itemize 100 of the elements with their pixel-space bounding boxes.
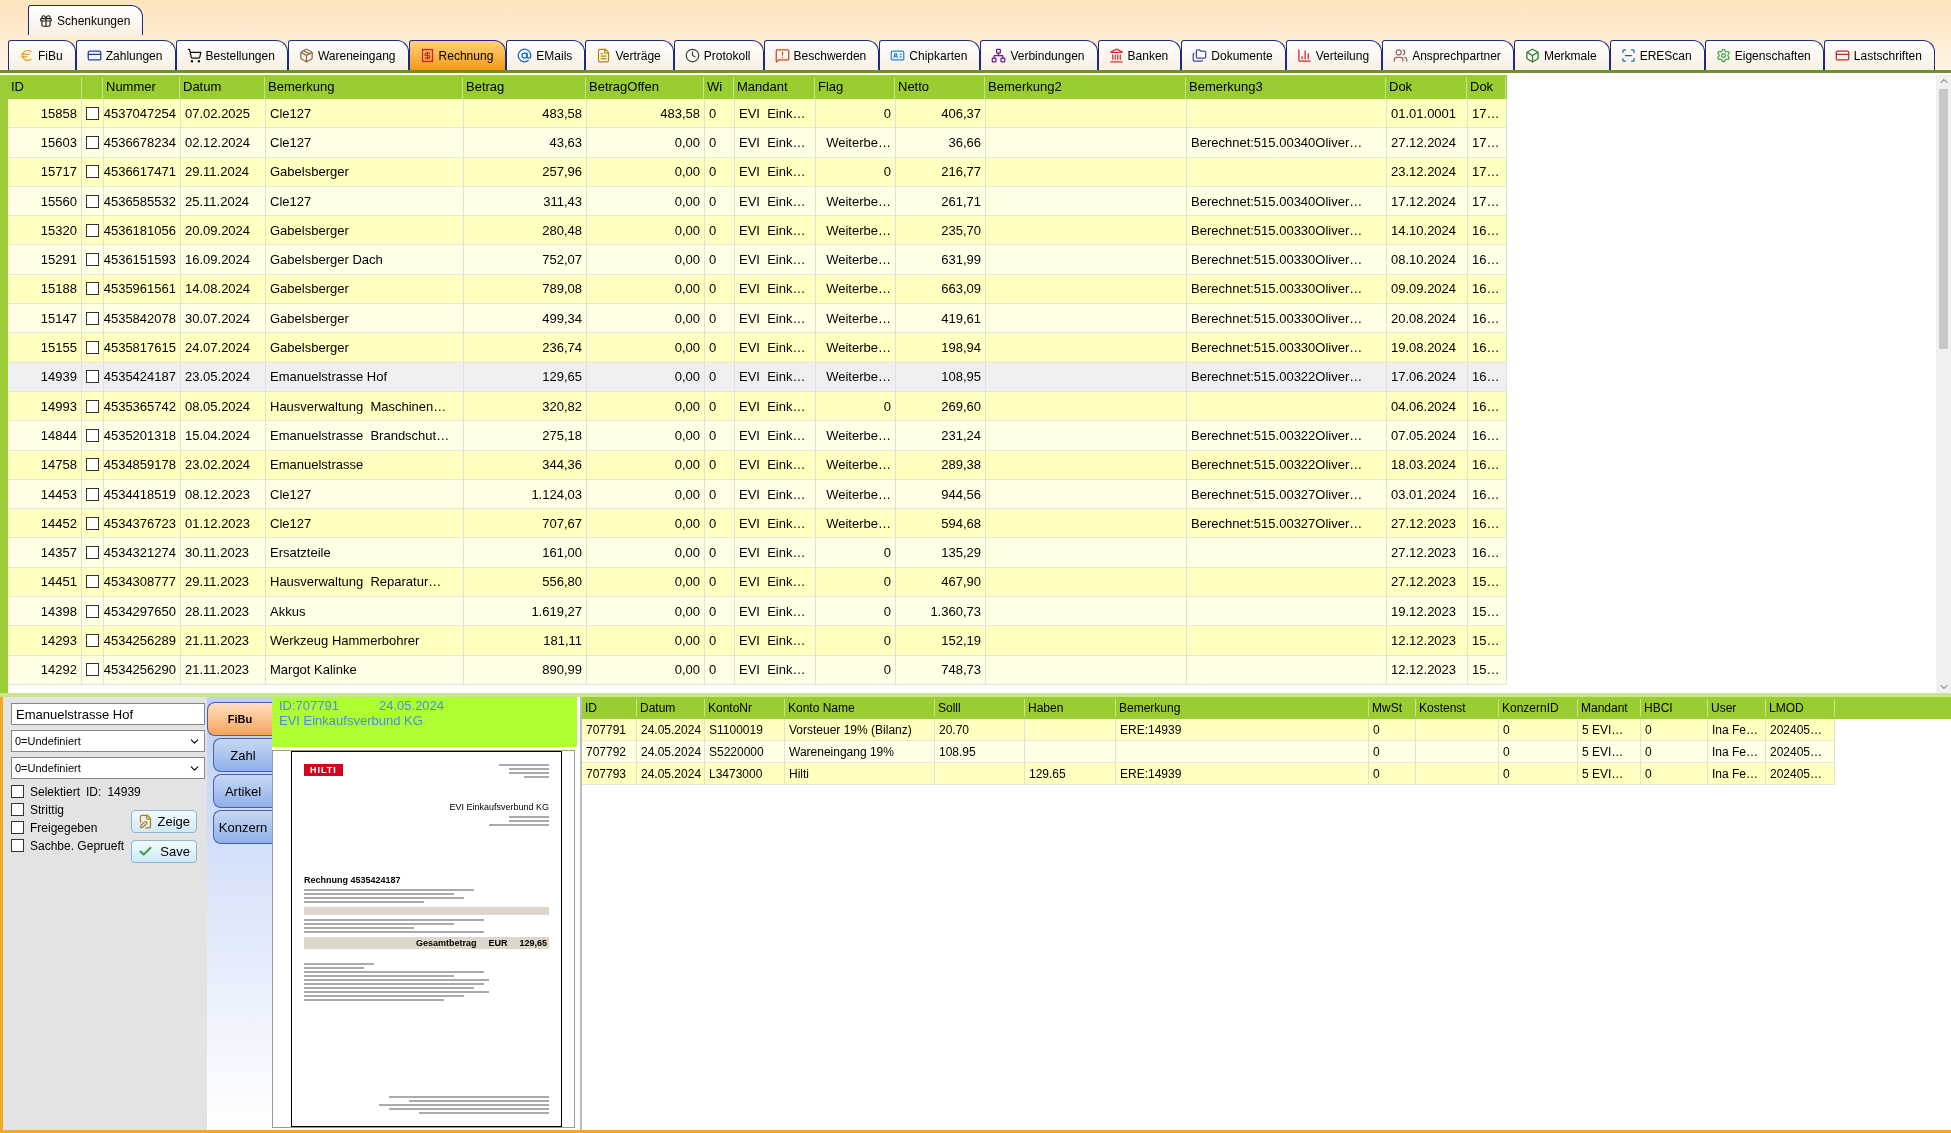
row-checkbox[interactable] [86,546,99,560]
side-tab[interactable]: FiBu [207,702,272,736]
row-checkbox[interactable] [86,282,99,296]
column-header[interactable]: ID [582,699,637,717]
column-header[interactable]: Solll [935,699,1025,717]
tab[interactable]: EREScan [1609,40,1705,70]
tab[interactable]: Verteilung [1285,40,1383,70]
tab[interactable]: Lastschriften [1823,40,1935,70]
table-row[interactable]: 14452 4534376723 01.12.2023 Cle127 707,67 0,00 0 EVI Eink… Weiterbe… 594,68 Berechnet:515.00327Oliver… 27.12.2023 16… [8,509,1507,539]
checkbox[interactable] [11,785,24,798]
table-row[interactable]: 707792 24.05.2024 S5220000 Wareneingang 19% 108.95 0 0 5 EVI… 0 Ina Fe… 202405… [582,741,1835,763]
column-header[interactable]: HBCI [1641,699,1708,717]
column-header[interactable]: Haben [1025,699,1116,717]
row-checkbox[interactable] [86,223,99,237]
table-row[interactable]: 15155 4535817615 24.07.2024 Gabelsberger 236,74 0,00 0 EVI Eink… Weiterbe… 198,94 Berechnet:515.00330Oliver… 19.08.2024 16… [8,333,1507,363]
row-checkbox[interactable] [86,370,99,384]
table-cell: 15320 [8,216,82,245]
tab[interactable]: Wareneingang [287,40,409,70]
row-checkbox[interactable] [86,604,99,618]
side-tab[interactable]: Artikel [213,774,272,808]
table-row[interactable]: 14758 4534859178 23.02.2024 Emanuelstrasse 344,36 0,00 0 EVI Eink… Weiterbe… 289,38 Berechnet:515.00322Oliver… 18.03.2024 16… [8,450,1507,480]
table-cell: 21.11.2023 [181,655,266,684]
table-cell: 36,66 [896,128,986,157]
save-button[interactable]: Save [131,840,197,863]
row-checkbox[interactable] [86,634,99,647]
row-checkbox[interactable] [86,135,99,149]
table-row[interactable]: 14357 4534321274 30.11.2023 Ersatzteile 161,00 0,00 0 EVI Eink… 0 135,29 27.12.2023 16… [8,538,1507,568]
table-row[interactable]: 15717 4536617471 29.11.2024 Gabelsberger 257,96 0,00 0 EVI Eink… 0 216,77 23.12.2024 17… [8,157,1507,187]
tab[interactable]: Banken [1097,40,1182,70]
table-row[interactable]: 15291 4536151593 16.09.2024 Gabelsberger Dach 752,07 0,00 0 EVI Eink… Weiterbe… 631,99 Berechnet:515.00330Oliver… 08.10.2024 16… [8,245,1507,275]
table-row[interactable]: 14453 4534418519 08.12.2023 Cle127 1.124,03 0,00 0 EVI Eink… Weiterbe… 944,56 Berechnet:515.00327Oliver… 03.01.2024 16… [8,479,1507,510]
tab[interactable]: Ansprechpartner [1382,40,1514,70]
row-checkbox[interactable] [86,516,99,530]
dropdown[interactable]: 0=Undefiniert [11,757,205,779]
table-row[interactable]: 707791 24.05.2024 S1100019 Vorsteuer 19% (Bilanz) 20.70 ERE:14939 0 0 5 EVI… 0 Ina Fe… 202405… [582,719,1835,741]
tab[interactable]: Chipkarten [879,40,981,70]
table-row[interactable]: 14844 4535201318 15.04.2024 Emanuelstrasse Brandschut… 275,18 0,00 0 EVI Eink… Weiterbe… 231,24 Berechnet:515.00322Oliver… 07.05.2024 16… [8,421,1507,451]
table-cell: Cle127 [266,479,464,509]
column-header[interactable]: Datum [637,699,705,717]
row-checkbox[interactable] [86,663,99,677]
row-checkbox[interactable] [86,428,99,442]
dropdown[interactable]: 0=Undefiniert [11,730,205,752]
tab[interactable]: Dokumente [1181,40,1286,70]
table-row[interactable]: 14292 4534256290 21.11.2023 Margot Kalinke 890,99 0,00 0 EVI Eink… 0 748,73 12.12.2023 15… [8,655,1507,685]
row-checkbox[interactable] [86,106,99,120]
show-button[interactable]: Zeige [131,810,197,833]
checkbox[interactable] [11,821,24,834]
column-header[interactable]: KonzernID [1499,699,1578,717]
table-row[interactable]: 14293 4534256289 21.11.2023 Werkzeug Hammerbohrer 181,11 0,00 0 EVI Eink… 0 152,19 12.12.2023 15… [8,626,1507,656]
tab[interactable]: Bestellungen [175,40,288,70]
table-row[interactable]: 14939 4535424187 23.05.2024 Emanuelstrasse Hof 129,65 0,00 0 EVI Eink… Weiterbe… 108,95 Berechnet:515.00322Oliver… 17.06.2024 16… [8,362,1507,392]
table-row[interactable]: 15320 4536181056 20.09.2024 Gabelsberger 280,48 0,00 0 EVI Eink… Weiterbe… 235,70 Berechnet:515.00330Oliver… 14.10.2024 16… [8,216,1507,246]
card-icon [86,48,102,63]
table-cell: Berechnet:515.00330Oliver… [1187,245,1387,274]
row-checkbox[interactable] [86,399,99,413]
tab[interactable]: EMails [506,40,586,70]
column-header[interactable]: LMOD [1766,699,1835,717]
column-header[interactable]: Kostenst [1416,699,1499,717]
table-row[interactable]: 15858 4537047254 07.02.2025 Cle127 483,58 483,58 0 EVI Eink… 0 406,37 01.01.0001 17… [8,99,1507,129]
table-cell: Hausverwaltung Maschinen… [266,391,464,421]
table-row[interactable]: 707793 24.05.2024 L3473000 Hilti 129.65 ERE:14939 0 0 5 EVI… 0 Ina Fe… 202405… [582,763,1835,785]
column-header[interactable]: User [1708,699,1766,717]
row-checkbox[interactable] [86,575,99,589]
row-checkbox[interactable] [86,311,99,325]
checkbox[interactable] [11,839,24,852]
tab[interactable]: Beschwerden [763,40,880,70]
side-tab[interactable]: Konzern [213,810,272,844]
tab[interactable]: Schenkungen [28,5,144,35]
tab[interactable]: FiBu [8,40,76,70]
row-checkbox[interactable] [86,341,99,354]
tab[interactable]: Rechnung [408,40,507,70]
tab[interactable]: Zahlungen [75,40,176,70]
column-header[interactable]: Bemerkung [1116,699,1369,717]
column-header[interactable]: Mandant [1578,699,1641,717]
table-row[interactable]: 14993 4535365742 08.05.2024 Hausverwaltung Maschinen… 320,82 0,00 0 EVI Eink… 0 269,60 04.06.2024 16… [8,391,1507,422]
table-row[interactable]: 15603 4536678234 02.12.2024 Cle127 43,63 0,00 0 EVI Eink… Weiterbe… 36,66 Berechnet:515.00340Oliver… 27.12.2024 17… [8,128,1507,158]
column-header[interactable]: KontoNr [705,699,785,717]
name-field[interactable]: Emanuelstrasse Hof [11,703,205,725]
checkbox[interactable] [11,803,24,816]
row-checkbox[interactable] [86,253,99,267]
side-tab[interactable]: Zahl [213,738,272,772]
row-checkbox[interactable] [86,165,99,179]
table-cell: 27.12.2023 [1387,538,1468,567]
column-header[interactable]: Konto Name [785,699,935,717]
table-row[interactable]: 14451 4534308777 29.11.2023 Hausverwaltung Reparatur… 556,80 0,00 0 EVI Eink… 0 467,90 27.12.2023 15… [8,567,1507,598]
tab[interactable]: Protokoll [673,40,764,70]
tab[interactable]: Merkmale [1513,40,1610,70]
table-cell: 15155 [8,333,82,362]
package-icon [298,48,314,63]
table-row[interactable]: 15147 4535842078 30.07.2024 Gabelsberger 499,34 0,00 0 EVI Eink… Weiterbe… 419,61 Berechnet:515.00330Oliver… 20.08.2024 16… [8,304,1507,334]
table-row[interactable]: 15188 4535961561 14.08.2024 Gabelsberger 789,08 0,00 0 EVI Eink… Weiterbe… 663,09 Berechnet:515.00330Oliver… 09.09.2024 16… [8,274,1507,305]
table-row[interactable]: 15560 4536585532 25.11.2024 Cle127 311,43 0,00 0 EVI Eink… Weiterbe… 261,71 Berechnet:515.00340Oliver… 17.12.2024 17… [8,186,1507,217]
row-checkbox[interactable] [86,458,99,472]
row-checkbox[interactable] [86,487,99,501]
column-header[interactable]: MwSt [1369,699,1416,717]
row-checkbox[interactable] [86,194,99,208]
tab[interactable]: Verträge [585,40,674,70]
tab[interactable]: Eigenschaften [1704,40,1824,70]
table-row[interactable]: 14398 4534297650 28.11.2023 Akkus 1.619,27 0,00 0 EVI Eink… 0 1.360,73 19.12.2023 15… [8,597,1507,627]
tab[interactable]: Verbindungen [980,40,1098,70]
